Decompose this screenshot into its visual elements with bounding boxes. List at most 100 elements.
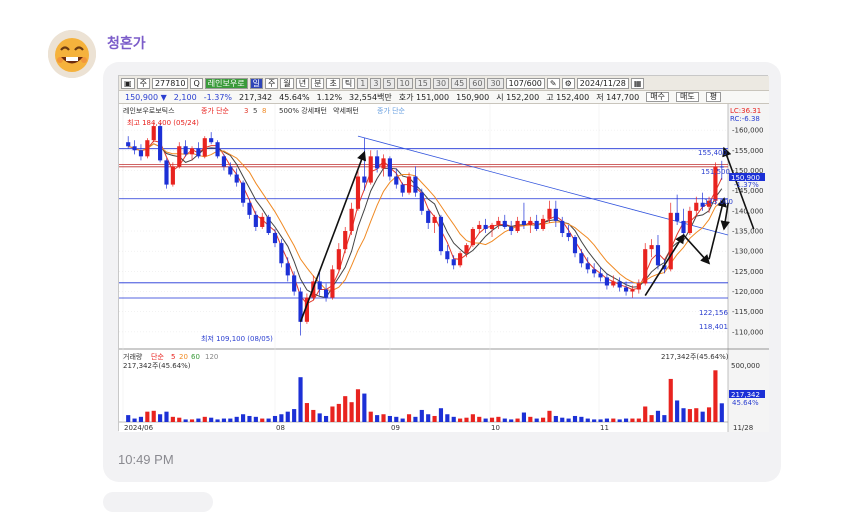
layout-icon[interactable]: ▣ <box>121 77 135 89</box>
volume-bar <box>675 400 680 422</box>
volume-bar <box>649 415 654 422</box>
volume-bar <box>547 410 552 422</box>
num-button[interactable]: 30 <box>432 77 450 89</box>
candle-body <box>349 208 354 231</box>
buy-button[interactable]: 매수 <box>646 92 669 102</box>
volume-bar <box>381 414 386 422</box>
candle-body <box>432 216 437 223</box>
volume-bar <box>228 418 233 422</box>
volume-bar <box>419 409 424 422</box>
volume-bar <box>202 416 207 422</box>
volume-bar <box>215 419 220 422</box>
x-tick-label: 11/28 <box>733 424 753 432</box>
line-label-151500: 151,500 <box>701 168 730 176</box>
sell-button[interactable]: 매도 <box>675 92 699 102</box>
volume-bar <box>662 415 667 422</box>
candle-body <box>406 176 412 193</box>
candle-body <box>496 220 501 225</box>
volume-bar <box>566 418 571 422</box>
num-button[interactable]: 60 <box>469 77 486 89</box>
y-tick-label: -155,000 <box>732 147 763 155</box>
volume-bar <box>247 415 252 422</box>
legend-extra: 종가 단순 <box>377 106 406 115</box>
candle-body <box>470 228 475 246</box>
volume-bar <box>279 414 284 422</box>
avg-button[interactable]: 평 <box>705 92 722 102</box>
tab-day[interactable]: 일 <box>249 77 263 89</box>
volume-bar <box>534 418 539 422</box>
candle <box>643 243 648 286</box>
volume-bar <box>311 409 316 422</box>
candle <box>687 206 692 236</box>
volume-bar <box>292 409 297 422</box>
legend-ma5: 5 <box>253 107 257 115</box>
candle-body <box>636 283 641 290</box>
y-tick-label: -140,000 <box>732 207 763 215</box>
num-button[interactable]: 3 <box>370 77 382 89</box>
tab-second[interactable]: 초 <box>326 77 340 89</box>
code-input[interactable]: 277810 <box>151 77 189 89</box>
date-field[interactable]: 2024/11/28 <box>576 77 629 89</box>
candle-body <box>438 216 444 252</box>
volume-bar <box>483 418 488 422</box>
num-button[interactable]: 30 <box>487 77 504 89</box>
candle-body <box>681 220 686 234</box>
vol-ma120: 120 <box>205 353 218 361</box>
calendar-icon[interactable]: ▦ <box>630 77 645 89</box>
volume-bar <box>700 411 705 422</box>
candle-body <box>643 249 648 284</box>
search-icon[interactable]: Q <box>190 77 203 89</box>
price-value: 150,900 <box>125 92 159 102</box>
num-button[interactable]: 10 <box>396 77 413 89</box>
y-tick-label: -125,000 <box>732 268 763 276</box>
tab-year[interactable]: 년 <box>295 77 310 89</box>
volume-bar <box>426 414 431 422</box>
num-button[interactable]: 1 <box>357 77 369 89</box>
avatar[interactable] <box>48 30 96 78</box>
candle-body <box>145 140 150 157</box>
num-button[interactable]: 15 <box>414 77 431 89</box>
volume-bar <box>585 418 590 422</box>
num-button[interactable]: 45 <box>451 77 468 89</box>
volume-bar <box>706 407 712 422</box>
legend-ma-label: 종가 단순 <box>201 106 230 115</box>
stock-chart[interactable]: -160,000-155,000-150,000-145,000-140,000… <box>119 104 769 432</box>
volume-bar <box>189 419 195 422</box>
candle-body <box>534 220 539 229</box>
volume-bar <box>221 418 227 422</box>
volume-bar <box>394 416 399 422</box>
candle-body <box>566 233 571 238</box>
tab-tick[interactable]: 틱 <box>341 77 356 89</box>
candle-body <box>151 126 156 141</box>
volume-bar <box>132 418 137 422</box>
high: 고 152,400 <box>546 92 590 102</box>
tab-month[interactable]: 월 <box>280 77 294 89</box>
candle-body <box>585 263 590 270</box>
x-tick-label: 10 <box>491 424 500 432</box>
tools-icon[interactable]: ✎ <box>546 77 560 89</box>
tab-week[interactable]: 주 <box>264 77 279 89</box>
quote-bar: 150,900 ▼ 2,100 -1.37% 217,342 45.64% 1.… <box>119 91 769 104</box>
num-button[interactable]: 5 <box>383 77 395 89</box>
volume-bar <box>572 415 578 422</box>
candle-body <box>604 277 609 286</box>
tab-minute[interactable]: 분 <box>311 77 325 89</box>
gear-icon[interactable]: ⚙ <box>561 77 575 89</box>
current-price: 150,900 ▼ <box>125 92 167 102</box>
y-tick-label: -110,000 <box>732 328 763 336</box>
volume-bar <box>713 370 718 422</box>
candle-body <box>266 216 271 234</box>
volume-bar <box>598 419 603 422</box>
candle-body <box>419 192 424 211</box>
candle-body <box>247 202 252 215</box>
sender-name[interactable]: 청혼가 <box>107 33 146 53</box>
candle-body <box>221 156 227 167</box>
period-select[interactable]: 주 <box>136 77 150 89</box>
chart-screenshot[interactable]: ▣ 주 277810 Q 레인보우로 일 주 월 년 분 초 틱 1 3 5 1… <box>118 75 769 432</box>
x-tick-label: 09 <box>391 424 400 432</box>
stock-name[interactable]: 레인보우로 <box>204 77 248 89</box>
count-field[interactable]: 107/600 <box>505 77 545 89</box>
volume-right-value: 217,342주(45.64%) <box>661 353 729 361</box>
next-message-bubble <box>103 492 213 512</box>
candle-body <box>132 146 137 151</box>
